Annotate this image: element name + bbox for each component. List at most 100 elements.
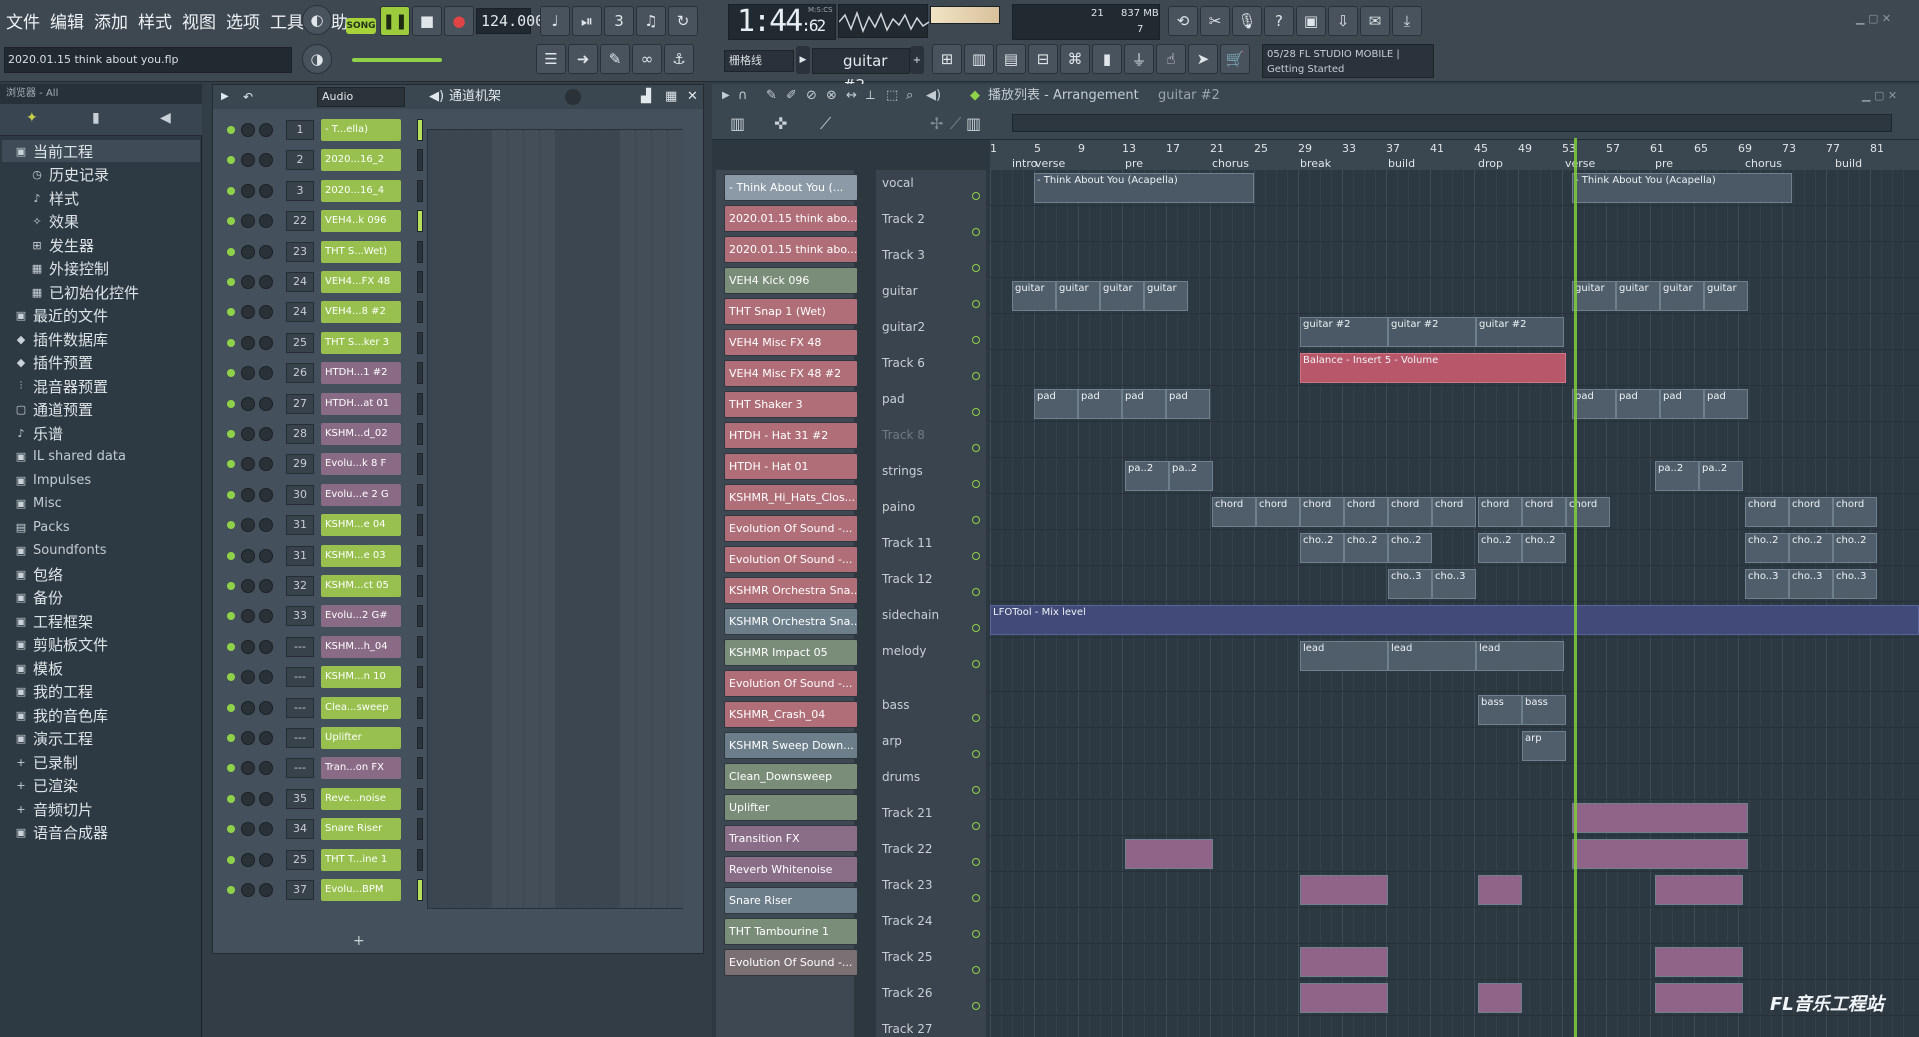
track-lane[interactable] — [990, 206, 1919, 242]
volume-knob[interactable] — [259, 487, 273, 502]
pan-knob[interactable] — [241, 791, 255, 806]
channel-select[interactable] — [417, 301, 423, 324]
browser-item[interactable]: ⫶ 混音器预置 — [14, 375, 108, 397]
channel-name-button[interactable]: VEH4...FX 48 — [321, 271, 401, 293]
channel-row[interactable]: 35 Reve...noise — [219, 786, 689, 812]
channel-row[interactable]: 2 2020...16_2 — [219, 147, 689, 173]
volume-knob[interactable] — [259, 518, 273, 533]
playlist-clip[interactable]: chord — [1344, 497, 1388, 527]
drum-clip[interactable] — [1478, 875, 1522, 905]
browser-item[interactable]: ◆ 插件预置 — [14, 352, 93, 374]
mixer-track-number[interactable]: 25 — [286, 332, 314, 353]
browser-item[interactable]: ▣ Soundfonts — [14, 540, 107, 562]
track-mute-led[interactable] — [972, 516, 980, 524]
mixer-track-number[interactable]: 29 — [286, 454, 314, 475]
crosshair-icon[interactable]: ✢ — [930, 114, 943, 133]
playlist-clip[interactable]: guitar — [1660, 281, 1704, 311]
channel-select[interactable] — [417, 149, 423, 172]
pan-knob[interactable] — [241, 457, 255, 472]
channel-row[interactable]: 34 Snare Riser — [219, 816, 689, 842]
brush-icon[interactable]: ✎ — [600, 44, 630, 74]
channel-name-button[interactable]: VEH4...8 #2 — [321, 301, 401, 324]
playlist-clip[interactable]: guitar — [1572, 281, 1616, 311]
channel-select[interactable] — [417, 818, 423, 841]
track-name[interactable]: arp — [882, 734, 902, 748]
channel-name-button[interactable]: VEH4..k 096 — [321, 210, 401, 233]
playlist-clip[interactable]: pad — [1616, 389, 1660, 419]
channel-row[interactable]: 33 Evolu...2 G# — [219, 603, 689, 629]
volume-knob[interactable] — [259, 700, 273, 715]
playlist-clip[interactable]: pa..2 — [1169, 461, 1213, 491]
channel-row[interactable]: 23 THT S...Wet) — [219, 239, 689, 265]
menu-edit[interactable]: 编辑 — [48, 8, 86, 34]
channel-name-button[interactable]: Tran...on FX — [321, 757, 401, 780]
pan-knob[interactable] — [241, 700, 255, 715]
track-lane[interactable] — [990, 728, 1919, 764]
picker-clip[interactable]: THT Shaker 3 — [724, 391, 858, 418]
playlist-clip[interactable]: guitar #2 — [1476, 317, 1564, 347]
pattern-prev-icon[interactable]: ▶ — [796, 46, 810, 74]
picker-clip[interactable]: Reverb Whitenoise — [724, 856, 858, 883]
file-icon[interactable]: ▮ — [1092, 44, 1122, 74]
cut-icon[interactable]: ✂ — [1200, 6, 1230, 36]
track-mute-led[interactable] — [972, 588, 980, 596]
timeline-marker[interactable]: build — [1388, 157, 1415, 170]
pan-knob[interactable] — [241, 883, 255, 897]
playlist-clip[interactable]: guitar — [1012, 281, 1056, 311]
timeline-marker[interactable]: verse — [1565, 157, 1595, 170]
playlist-clip[interactable]: cho..2 — [1388, 533, 1432, 563]
playlist-clip[interactable]: chord — [1300, 497, 1344, 527]
playlist-clip[interactable]: pa..2 — [1699, 461, 1743, 491]
mute-led[interactable] — [227, 338, 235, 347]
picker-clip[interactable]: VEH4 Kick 096 — [724, 267, 858, 294]
plug-icon[interactable]: ⏚ — [1124, 44, 1154, 74]
mixer-track-number[interactable]: --- — [286, 667, 314, 688]
playlist-clip[interactable]: bass — [1478, 695, 1522, 725]
pan-knob[interactable] — [241, 852, 255, 867]
picker-clip[interactable]: KSHMR_Hi_Hats_Clos... — [724, 484, 858, 511]
browser-item[interactable]: + 已渲染 — [14, 775, 78, 797]
channel-row[interactable]: 37 Evolu...BPM — [219, 877, 689, 903]
playlist-clip[interactable]: pad — [1122, 389, 1166, 419]
drum-clip[interactable] — [1655, 947, 1743, 977]
channel-name-button[interactable]: Snare Riser — [321, 818, 401, 841]
channel-select[interactable] — [417, 848, 423, 871]
mixer-track-number[interactable]: 25 — [286, 849, 314, 870]
close-icon[interactable]: ✕ — [687, 85, 698, 109]
paint-icon[interactable]: ✐ — [786, 84, 797, 108]
track-mute-led[interactable] — [972, 786, 980, 794]
track-mute-led[interactable] — [972, 228, 980, 236]
track-name[interactable]: Track 25 — [882, 950, 932, 964]
undo-history-icon[interactable]: ⟲ — [1168, 6, 1198, 36]
channel-name-button[interactable]: 2020...16_4 — [321, 179, 401, 202]
mute-led[interactable] — [227, 460, 235, 469]
select-icon[interactable]: ⬚ — [886, 84, 898, 108]
playlist-clip[interactable]: chord — [1478, 497, 1522, 527]
channel-name-button[interactable]: Reve...noise — [321, 787, 401, 810]
timeline-marker[interactable]: pre — [1655, 157, 1673, 170]
channel-name-button[interactable]: KSHM...e 03 — [321, 544, 401, 567]
drum-clip[interactable] — [1300, 983, 1388, 1013]
channel-row[interactable]: --- KSHM...h_04 — [219, 634, 689, 660]
mute-led[interactable] — [227, 247, 235, 256]
playlist-clip[interactable]: chord — [1833, 497, 1877, 527]
menu-view[interactable]: 视图 — [180, 8, 218, 34]
browser-item[interactable]: ▣ 我的音色库 — [14, 704, 108, 726]
browser-item[interactable]: ▣ 剪贴板文件 — [14, 634, 108, 656]
picker-icon[interactable]: ▥ — [730, 114, 745, 133]
mic-icon[interactable]: 🎙 — [1232, 6, 1262, 36]
channel-row[interactable]: --- Clea...sweep — [219, 695, 689, 721]
channel-name-button[interactable]: HTDH...at 01 — [321, 392, 401, 415]
drum-clip[interactable] — [1655, 983, 1743, 1013]
picker-clip[interactable]: Evolution Of Sound -... — [724, 670, 858, 697]
playlist-clip[interactable]: cho..2 — [1478, 533, 1522, 563]
help-icon[interactable]: ? — [1264, 6, 1294, 36]
track-name[interactable]: pad — [882, 392, 905, 406]
playlist-clip[interactable]: guitar — [1100, 281, 1144, 311]
mute-led[interactable] — [227, 308, 235, 317]
channel-row[interactable]: 26 HTDH...1 #2 — [219, 360, 689, 386]
playlist-clip[interactable]: chord — [1566, 497, 1610, 527]
playlist-clip[interactable]: pad — [1078, 389, 1122, 419]
playlist-clip[interactable]: - Think About You (Acapella) — [1572, 173, 1792, 203]
delete-icon[interactable]: ⊘ — [806, 84, 817, 108]
